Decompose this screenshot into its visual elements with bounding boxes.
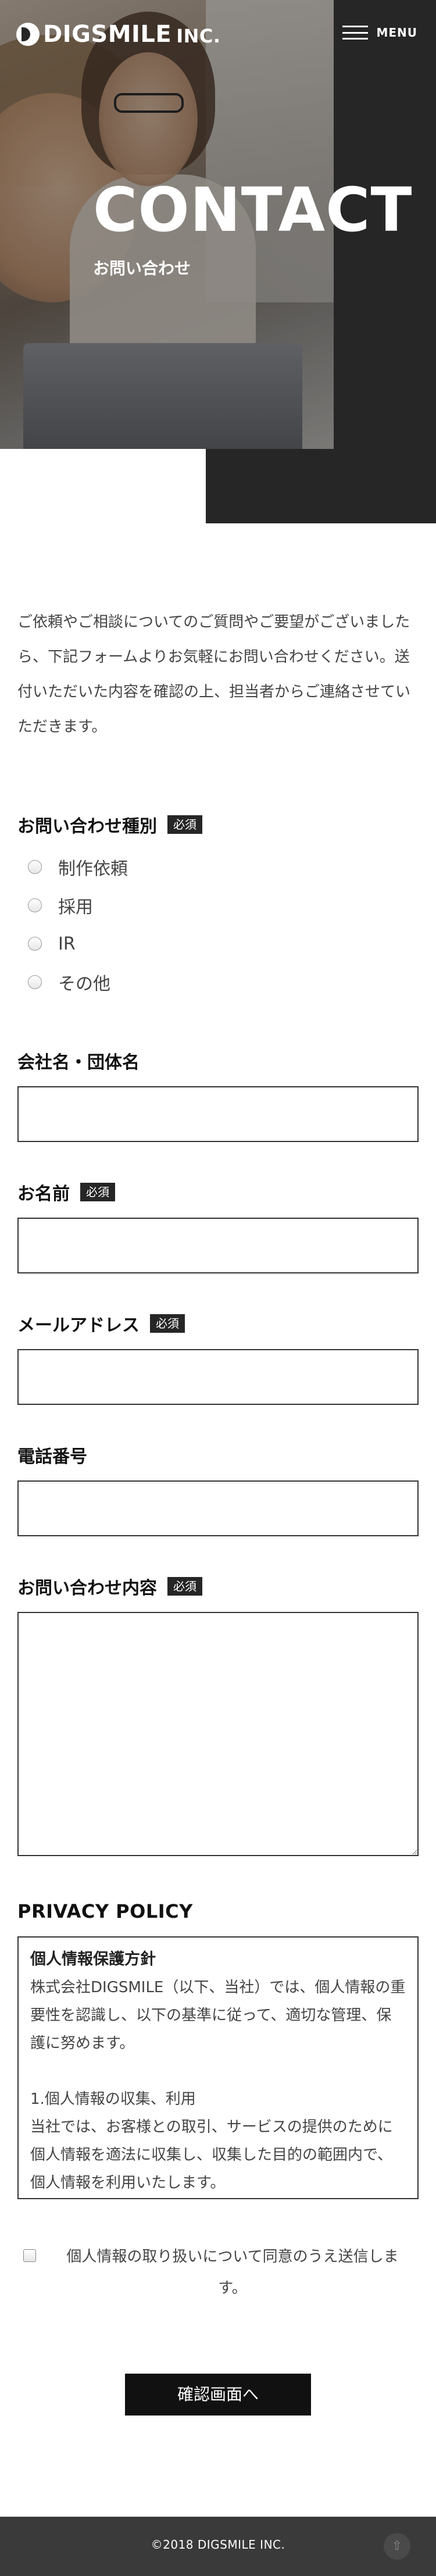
inquiry-type-options: 制作依頼 採用 IR その他 <box>17 848 419 1001</box>
copyright: ©2018 DIGSMILE INC. <box>151 2538 285 2552</box>
email-label: メールアドレス 必須 <box>17 1311 419 1336</box>
radio-option-production[interactable]: 制作依頼 <box>17 848 419 886</box>
hamburger-icon <box>342 26 369 40</box>
radio-label: その他 <box>58 974 110 994</box>
privacy-policy-box[interactable]: 個人情報保護方針 株式会社DIGSMILE（以下、当社）では、個人情報の重要性を… <box>17 1936 419 2199</box>
privacy-policy-title: PRIVACY POLICY <box>17 1900 193 1922</box>
menu-button[interactable]: MENU <box>342 26 417 40</box>
inquiry-type-label-text: お問い合わせ種別 <box>17 816 157 837</box>
email-input[interactable] <box>17 1349 419 1405</box>
required-badge: 必須 <box>167 815 202 834</box>
privacy-section-text: 当社では、お客様との取引、サービスの提供のために個人情報を適法に収集し、収集した… <box>30 2118 393 2192</box>
message-textarea[interactable] <box>17 1612 419 1856</box>
logo-text: DIGSMILE <box>43 21 172 48</box>
consent-checkbox[interactable] <box>23 2249 36 2262</box>
confirm-button[interactable]: 確認画面へ <box>125 2374 311 2416</box>
privacy-section-title: 1.個人情報の収集、利用 <box>30 2090 196 2108</box>
site-logo[interactable]: DIGSMILE INC. <box>16 21 221 48</box>
email-label-text: メールアドレス <box>17 1315 140 1336</box>
privacy-heading: 個人情報保護方針 <box>30 1950 156 1968</box>
intro-text: ご依頼やご相談についてのご質問やご要望がございましたら、下記フォームよりお気軽に… <box>17 613 411 736</box>
radio-label: IR <box>58 933 76 954</box>
radio-label: 制作依頼 <box>58 859 128 879</box>
radio-button[interactable] <box>28 975 42 989</box>
arrow-up-icon: ⇧ <box>391 2539 403 2553</box>
name-label: お名前 必須 <box>17 1179 419 1205</box>
radio-option-ir[interactable]: IR <box>17 925 419 963</box>
required-badge: 必須 <box>80 1183 115 1201</box>
message-label-text: お問い合わせ内容 <box>17 1578 157 1599</box>
name-input[interactable] <box>17 1218 419 1273</box>
hero-title: CONTACT <box>93 174 413 245</box>
company-label-text: 会社名・団体名 <box>17 1052 140 1073</box>
contact-form: お問い合わせ種別 必須 制作依頼 採用 IR その他 会社名・団体名 お名前 必… <box>17 812 419 2416</box>
phone-input[interactable] <box>17 1480 419 1536</box>
company-input[interactable] <box>17 1086 419 1142</box>
hero-subtitle: お問い合わせ <box>93 259 191 278</box>
radio-button[interactable] <box>28 937 42 951</box>
logo-suffix: INC. <box>176 25 221 47</box>
required-badge: 必須 <box>150 1314 185 1333</box>
logo-mark-icon <box>16 23 40 46</box>
name-label-text: お名前 <box>17 1184 70 1204</box>
radio-button[interactable] <box>28 898 42 912</box>
phone-label-text: 電話番号 <box>17 1447 87 1467</box>
contact-page: CONTACT お問い合わせ DIGSMILE INC. MENU ご依頼やご相… <box>0 0 436 2576</box>
radio-option-recruit[interactable]: 採用 <box>17 886 419 925</box>
radio-option-other[interactable]: その他 <box>17 963 419 1001</box>
radio-label: 採用 <box>58 897 93 918</box>
company-label: 会社名・団体名 <box>17 1048 419 1073</box>
consent-label: 個人情報の取り扱いについて同意のうえ送信します。 <box>66 2248 399 2297</box>
radio-button[interactable] <box>28 860 42 874</box>
required-badge: 必須 <box>167 1577 202 1596</box>
message-label: お問い合わせ内容 必須 <box>17 1574 419 1599</box>
page-top-button[interactable]: ⇧ <box>384 2533 410 2560</box>
footer: ©2018 DIGSMILE INC. ⇧ <box>0 2517 436 2576</box>
privacy-paragraph: 株式会社DIGSMILE（以下、当社）では、個人情報の重要性を認識し、以下の基準… <box>30 1979 406 2052</box>
inquiry-type-label: お問い合わせ種別 必須 <box>17 812 419 837</box>
menu-label: MENU <box>376 26 417 40</box>
phone-label: 電話番号 <box>17 1442 419 1468</box>
consent-row[interactable]: 個人情報の取り扱いについて同意のうえ送信します。 <box>17 2241 419 2304</box>
hero-section: CONTACT お問い合わせ DIGSMILE INC. MENU <box>0 0 436 523</box>
